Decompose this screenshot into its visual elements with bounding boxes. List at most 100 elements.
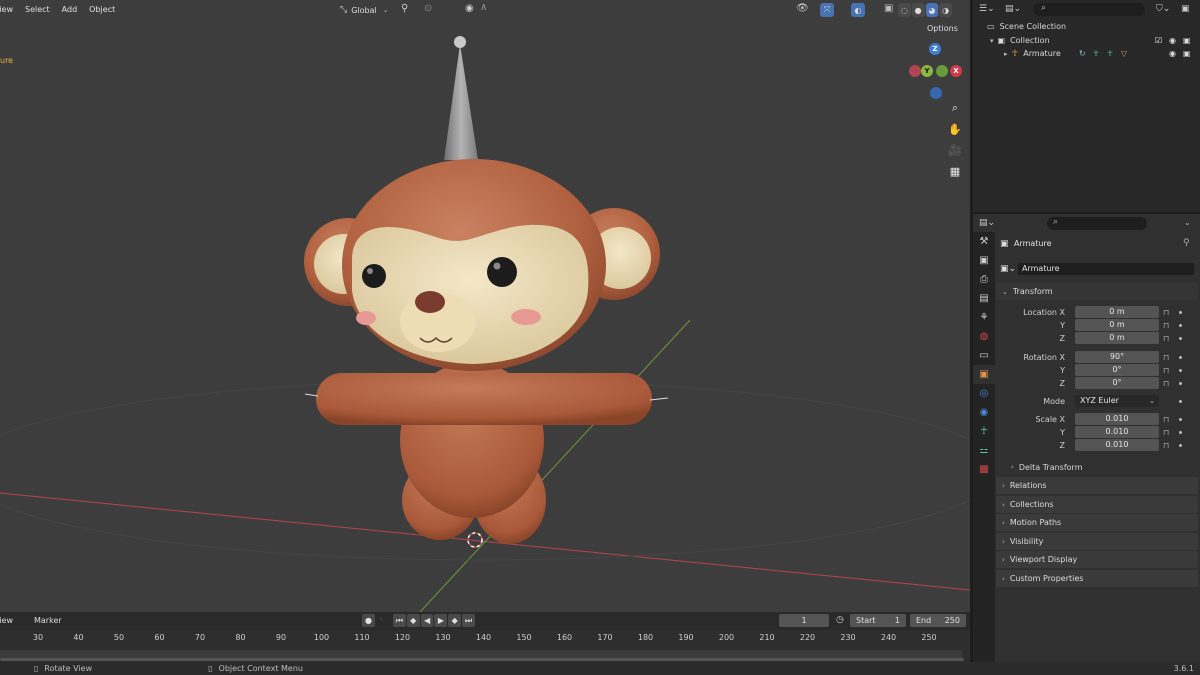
lock-icon[interactable]: ⊓ <box>1163 428 1169 437</box>
filter-icon[interactable]: ⛉⌄ <box>1156 4 1170 14</box>
lock-icon[interactable]: ⊓ <box>1163 321 1169 330</box>
chevron-down-icon[interactable]: ⌄ <box>1184 218 1191 227</box>
vertical-divider[interactable] <box>970 0 973 662</box>
pin-icon[interactable]: ⚲ <box>1183 238 1190 248</box>
location-z-field[interactable]: 0 m <box>1075 332 1159 344</box>
panel-collections[interactable]: › Collections <box>996 496 1198 513</box>
panel-relations[interactable]: › Relations <box>996 477 1198 494</box>
keyframe-dot[interactable] <box>1179 356 1182 359</box>
camera-icon[interactable]: 🎥 <box>947 142 963 158</box>
checkbox-icon[interactable]: ☑ <box>1155 36 1162 45</box>
camera-render-icon[interactable]: ▣ <box>1183 36 1191 45</box>
eye-icon[interactable]: ◉ <box>1169 36 1176 45</box>
expand-chevron-icon[interactable]: ▸ <box>1004 50 1008 58</box>
tab-texture[interactable]: ▩ <box>973 460 995 479</box>
rotation-mode-dropdown[interactable]: XYZ Euler ⌄ <box>1075 395 1159 407</box>
bone-tip[interactable] <box>454 36 466 48</box>
lock-icon[interactable]: ⊓ <box>1163 353 1169 362</box>
transform-panel-header[interactable]: ⌄ Transform <box>996 283 1198 300</box>
new-collection-icon[interactable]: ▣ <box>1181 4 1190 14</box>
solid-shading-icon[interactable]: ● <box>911 3 925 17</box>
tab-view-layer[interactable]: ▤ <box>973 289 995 308</box>
panel-viewport-display[interactable]: › Viewport Display <box>996 551 1198 568</box>
panel-visibility[interactable]: › Visibility <box>996 533 1198 550</box>
tab-render[interactable]: ▣ <box>973 251 995 270</box>
scale-x-field[interactable]: 0.010 <box>1075 413 1159 425</box>
location-y-field[interactable]: 0 m <box>1075 319 1159 331</box>
overlay-toggle-button[interactable]: ◐ <box>851 3 865 17</box>
gizmo-toggle-button[interactable]: ⤧ <box>820 3 834 17</box>
outliner-scene-collection[interactable]: ▭ Scene Collection <box>973 20 1200 33</box>
menu-object[interactable]: Object <box>89 5 115 14</box>
rotation-y-field[interactable]: 0° <box>1075 364 1159 376</box>
material-shading-icon[interactable]: ◕ <box>925 3 939 17</box>
tab-modifiers[interactable]: ◎ <box>973 384 995 403</box>
viewport-scene[interactable] <box>0 0 970 612</box>
lock-icon[interactable]: ⊓ <box>1163 379 1169 388</box>
scale-z-field[interactable]: 0.010 <box>1075 439 1159 451</box>
zoom-icon[interactable]: ⌕ <box>947 100 963 116</box>
editor-type-icon[interactable]: ☰⌄ <box>979 4 995 14</box>
3d-viewport[interactable]: View Select Add Object ⤡ Global ⌄ ⚲ ⊙ ◉ … <box>0 0 970 612</box>
keyframe-dot[interactable] <box>1179 444 1182 447</box>
tab-world[interactable]: ◍ <box>973 327 995 346</box>
outliner-collection[interactable]: ▾ ▣ Collection ☑ ◉ ▣ <box>973 34 1200 47</box>
perspective-grid-icon[interactable]: ▦ <box>947 163 963 179</box>
panel-custom-properties[interactable]: › Custom Properties <box>996 570 1198 587</box>
camera-render-icon[interactable]: ▣ <box>1183 49 1191 58</box>
tab-physics[interactable]: ◉ <box>973 403 995 422</box>
rotation-x-field[interactable]: 90° <box>1075 351 1159 363</box>
tab-object-data[interactable]: ☥ <box>973 422 995 441</box>
keyframe-dot[interactable] <box>1179 311 1182 314</box>
tab-tool[interactable]: ⚒ <box>973 232 995 251</box>
timeline-scrollbar[interactable] <box>0 658 964 661</box>
expand-chevron-icon[interactable]: ▾ <box>990 37 994 45</box>
bone-cone[interactable] <box>444 44 478 160</box>
lock-icon[interactable]: ⊓ <box>1163 334 1169 343</box>
outliner-armature[interactable]: ▸ ☥ Armature ↻ ☥ ☥ ▽ ◉ ▣ <box>973 47 1200 60</box>
object-name-field[interactable]: Armature <box>1018 263 1194 275</box>
tab-object[interactable]: ▣ <box>973 365 995 384</box>
gizmo-neg-z-axis[interactable] <box>930 87 942 99</box>
delta-transform-subpanel[interactable]: › Delta Transform <box>1011 460 1197 474</box>
tab-output[interactable]: ⎙ <box>973 270 995 289</box>
visibility-icon[interactable]: 👁 <box>796 3 809 14</box>
menu-add[interactable]: Add <box>62 5 78 14</box>
object-type-dropdown[interactable]: ▣⌄ <box>1000 264 1016 274</box>
gizmo-y-axis[interactable]: Y <box>921 65 933 77</box>
display-mode-icon[interactable]: ▤⌄ <box>1005 4 1021 14</box>
lock-icon[interactable]: ⊓ <box>1163 415 1169 424</box>
outliner-search-input[interactable]: ⌕ <box>1033 3 1145 16</box>
gizmo-x-axis[interactable]: X <box>950 65 962 77</box>
xray-icon[interactable]: ▣ <box>884 3 893 14</box>
snap-icon[interactable]: ⊙ <box>424 3 432 14</box>
wireframe-shading-icon[interactable]: ◌ <box>898 3 911 17</box>
keyframe-dot[interactable] <box>1179 369 1182 372</box>
menu-select[interactable]: Select <box>25 5 50 14</box>
pivot-icon[interactable]: ⚲ <box>401 3 408 14</box>
rendered-shading-icon[interactable]: ◑ <box>939 3 952 17</box>
keyframe-dot[interactable] <box>1179 382 1182 385</box>
falloff-icon[interactable]: ∧ <box>480 2 487 13</box>
lock-icon[interactable]: ⊓ <box>1163 441 1169 450</box>
lock-icon[interactable]: ⊓ <box>1163 366 1169 375</box>
panel-motion-paths[interactable]: › Motion Paths <box>996 514 1198 531</box>
keyframe-dot[interactable] <box>1179 431 1182 434</box>
properties-search-input[interactable]: ⌕ <box>1047 217 1147 230</box>
rotation-z-field[interactable]: 0° <box>1075 377 1159 389</box>
horizontal-divider[interactable] <box>973 212 1200 214</box>
keyframe-dot[interactable] <box>1179 400 1182 403</box>
proportional-edit-icon[interactable]: ◉ <box>465 3 474 14</box>
tab-bone[interactable]: ⚍ <box>973 441 995 460</box>
keyframe-dot[interactable] <box>1179 418 1182 421</box>
gizmo-neg-y-axis[interactable] <box>936 65 948 77</box>
pan-hand-icon[interactable]: ✋ <box>947 121 963 137</box>
keyframe-dot[interactable] <box>1179 337 1182 340</box>
tab-collection[interactable]: ▭ <box>973 346 995 365</box>
options-button[interactable]: Options <box>927 24 958 33</box>
tab-scene[interactable]: ⚘ <box>973 308 995 327</box>
menu-view[interactable]: View <box>0 5 13 14</box>
location-x-field[interactable]: 0 m <box>1075 306 1159 318</box>
keyframe-dot[interactable] <box>1179 324 1182 327</box>
transform-orientation-dropdown[interactable]: ⤡ Global ⌄ <box>340 3 394 17</box>
